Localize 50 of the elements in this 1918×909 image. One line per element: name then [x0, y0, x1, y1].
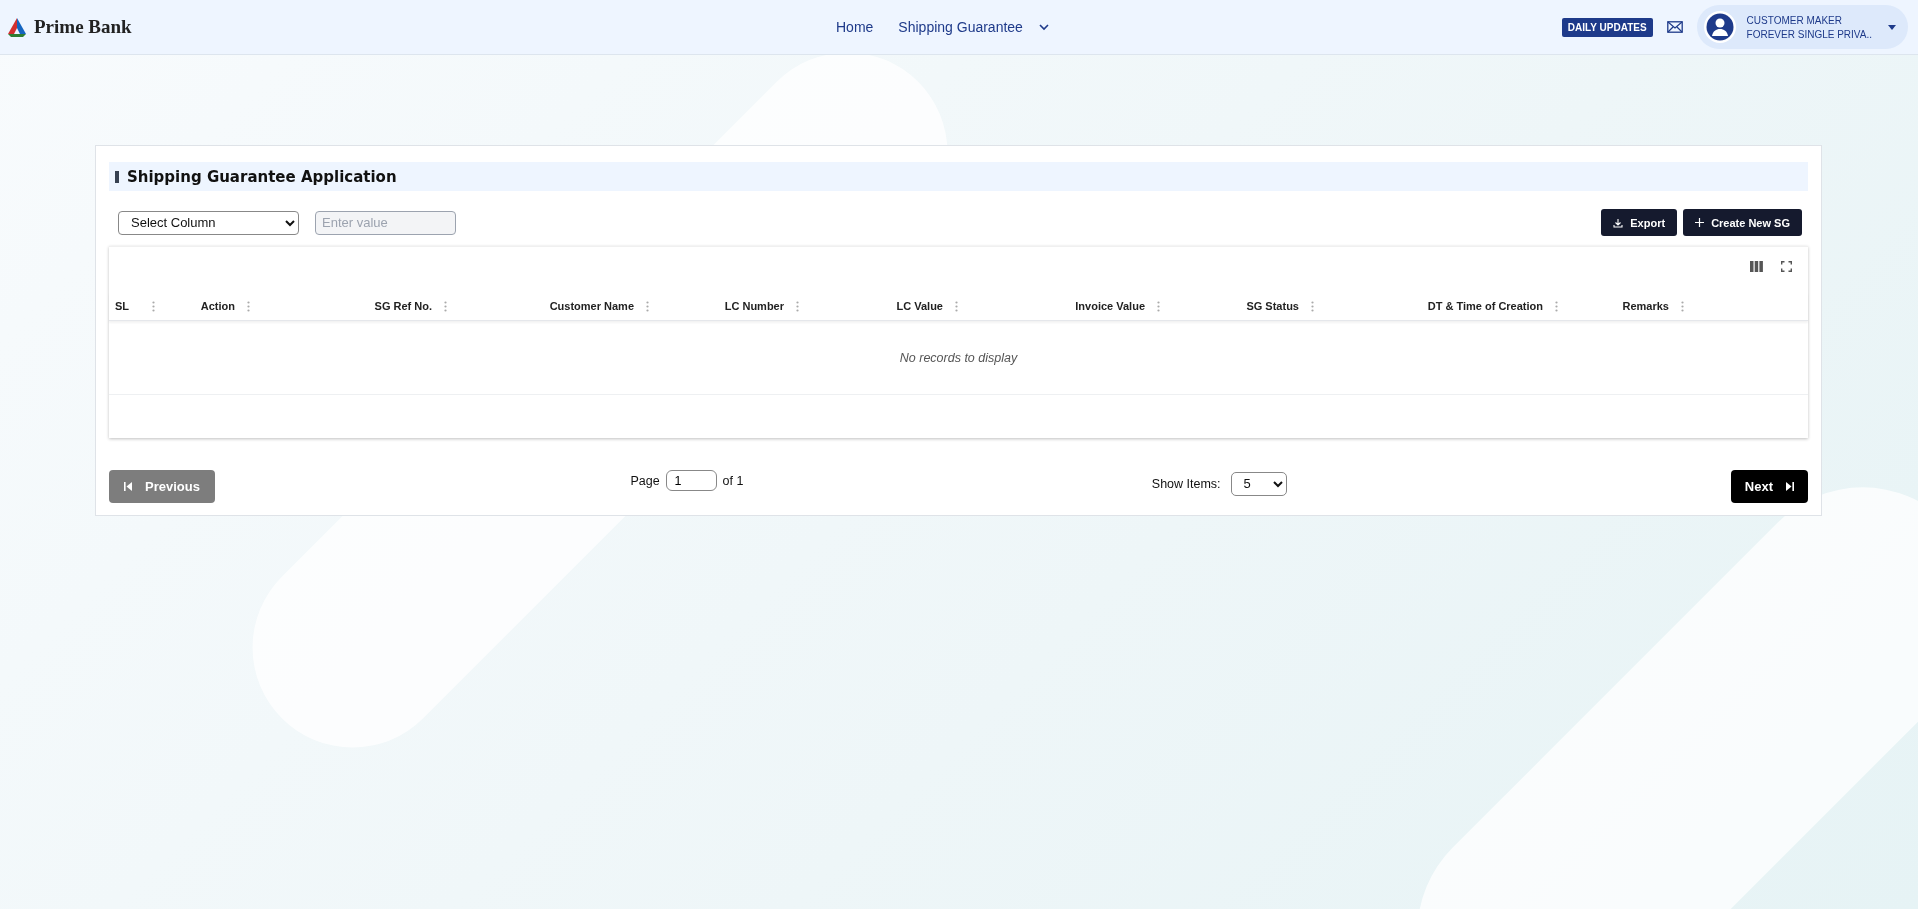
column-menu-icon[interactable] [1681, 300, 1684, 312]
nav-link[interactable]: Home [836, 19, 874, 35]
page-label: Page [630, 473, 660, 488]
columns-icon[interactable] [1750, 261, 1763, 272]
skip-back-icon [124, 482, 133, 491]
user-name: CUSTOMER MAKER [1746, 14, 1843, 26]
column-menu-icon[interactable] [247, 300, 250, 312]
column-select[interactable]: Select Column [118, 210, 299, 235]
mail-icon[interactable] [1666, 21, 1683, 33]
download-icon [1613, 217, 1624, 228]
user-role: FOREVER SINGLE PRIVA.. [1746, 28, 1872, 40]
column-header: Remarks [1622, 300, 1669, 312]
column-header: SG Ref No. [374, 300, 432, 312]
show-items-label: Show Items: [1151, 476, 1221, 491]
column-header: SL [115, 300, 130, 312]
column-menu-icon[interactable] [646, 300, 649, 312]
nav-link[interactable]: Shipping Guarantee [898, 19, 1049, 35]
value-input[interactable]: Enter value [315, 210, 456, 235]
user-menu[interactable]: CUSTOMER MAKER FOREVER SINGLE PRIVA.. [1696, 5, 1908, 49]
column-header: Action [200, 300, 235, 312]
page-total: of 1 [722, 473, 744, 488]
export-button[interactable]: Export [1601, 209, 1678, 236]
column-menu-icon[interactable] [444, 300, 447, 312]
avatar-icon [1702, 10, 1737, 44]
create-button[interactable]: Create New SG [1683, 209, 1802, 236]
section-title: Shipping Guarantee Application [127, 167, 397, 186]
column-header: LC Number [724, 300, 784, 312]
daily-updates-button[interactable]: DAILY UPDATES [1561, 17, 1653, 37]
column-header: DT & Time of Creation [1427, 300, 1543, 312]
next-button[interactable]: Next [1730, 470, 1808, 503]
column-header: SG Status [1246, 300, 1299, 312]
skip-forward-icon [1785, 482, 1794, 491]
plus-icon [1695, 218, 1705, 227]
column-header: Invoice Value [1075, 300, 1145, 312]
column-header: LC Value [896, 300, 943, 312]
column-menu-icon[interactable] [1311, 300, 1314, 312]
column-header: Customer Name [549, 300, 634, 312]
brand-name: Prime Bank [34, 16, 132, 38]
column-menu-icon[interactable] [1555, 300, 1558, 312]
column-menu-icon[interactable] [1157, 300, 1160, 312]
empty-message: No records to display [899, 350, 1018, 365]
page-input[interactable]: 1 [665, 470, 717, 491]
show-items-select[interactable]: 5 [1230, 471, 1287, 496]
column-menu-icon[interactable] [955, 300, 958, 312]
caret-icon [1888, 24, 1896, 30]
fullscreen-icon[interactable] [1781, 261, 1792, 272]
column-menu-icon[interactable] [796, 300, 799, 312]
column-menu-icon[interactable] [152, 300, 155, 312]
chevron-icon [1038, 23, 1049, 31]
logo-icon [6, 16, 28, 38]
